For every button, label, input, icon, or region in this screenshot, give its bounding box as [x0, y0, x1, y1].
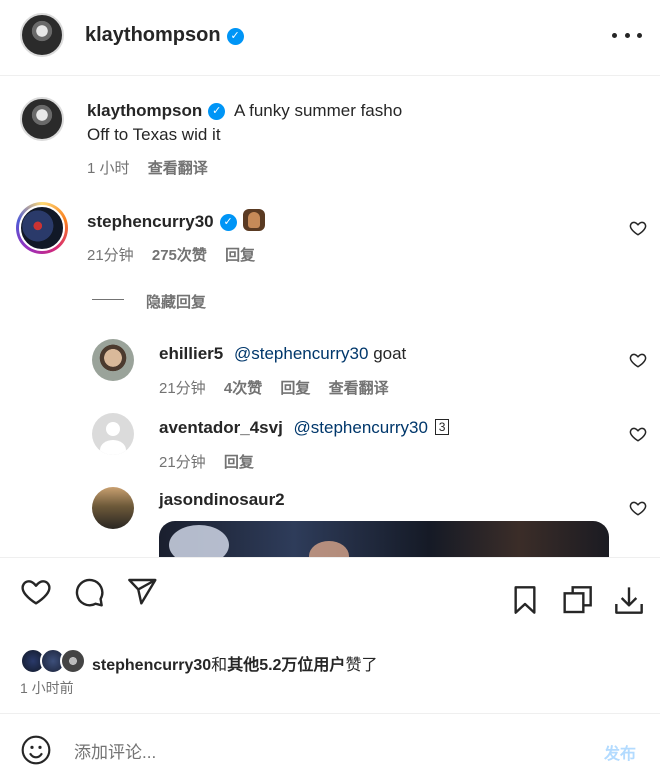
reply-line: aventador_4svj @stephencurry30 3	[159, 418, 450, 438]
reply-mention[interactable]: @stephencurry30	[234, 344, 368, 363]
reply-avatar[interactable]	[92, 339, 134, 381]
send-icon[interactable]	[126, 576, 158, 608]
praying-hands-emoji	[242, 209, 265, 231]
post-button[interactable]: 发布	[604, 740, 636, 764]
comment-avatar[interactable]	[16, 202, 68, 254]
avatar[interactable]	[20, 13, 64, 57]
reply-time: 21分钟	[159, 454, 206, 471]
comment-bar: 添加评论... 发布	[0, 713, 660, 775]
reply-button[interactable]: 回复	[224, 454, 254, 471]
likes-others[interactable]: 其他5.2万位用户	[227, 657, 345, 674]
comment-input[interactable]: 添加评论...	[74, 738, 156, 763]
reply-heart-icon[interactable]	[629, 425, 647, 443]
translate-link[interactable]: 查看翻译	[329, 380, 389, 397]
likes-conj: 和	[211, 657, 228, 674]
caption-username[interactable]: klaythompson	[87, 101, 202, 120]
post-time: 1 小时前	[20, 680, 74, 696]
action-divider	[0, 557, 660, 558]
dot	[637, 32, 642, 38]
reply-avatar[interactable]	[92, 487, 134, 529]
dot	[624, 32, 630, 38]
comment-avatar-image	[19, 205, 65, 251]
likes-suffix: 赞了	[345, 657, 378, 674]
reply-username[interactable]: jasondinosaur2	[159, 490, 285, 509]
reply-button[interactable]: 回复	[280, 380, 310, 397]
liker-avatar[interactable]	[60, 648, 86, 674]
hide-replies-divider	[92, 299, 124, 300]
verified-icon: ✓	[226, 28, 244, 45]
header-username[interactable]: klaythompson ✓	[85, 24, 244, 47]
reply-button[interactable]: 回复	[225, 247, 255, 264]
caption-meta: 1 小时 查看翻译	[87, 157, 208, 178]
more-horizontal-icon[interactable]	[612, 22, 642, 48]
comment-line: stephencurry30 ✓	[87, 209, 265, 232]
comment-meta: 21分钟 275次赞 回复	[87, 244, 255, 265]
comment-username[interactable]: stephencurry30	[87, 212, 214, 231]
reply-line: ehillier5 @stephencurry30 goat	[159, 344, 406, 364]
keycap-3-emoji: 3	[434, 419, 450, 435]
header-username-text[interactable]: klaythompson	[85, 24, 221, 46]
comment-likes[interactable]: 275次赞	[152, 247, 207, 264]
hide-replies-button[interactable]: 隐藏回复	[146, 291, 206, 312]
reply-mention[interactable]: @stephencurry30	[294, 418, 428, 437]
reply-line: jasondinosaur2	[159, 490, 285, 510]
reply-likes[interactable]: 4次赞	[224, 380, 262, 397]
reply-heart-icon[interactable]	[629, 351, 647, 369]
caption-line1: klaythompson ✓ A funky summer fasho	[87, 101, 402, 121]
reply-text: goat	[373, 344, 407, 363]
verified-icon: ✓	[208, 103, 226, 120]
heart-icon[interactable]	[20, 576, 52, 608]
bookmark-icon[interactable]	[509, 584, 541, 616]
comment-time: 21分钟	[87, 247, 134, 264]
comment-heart-icon[interactable]	[629, 219, 647, 237]
default-avatar-body	[100, 440, 126, 455]
reply-image[interactable]	[159, 521, 609, 557]
default-avatar-head	[106, 422, 120, 436]
likes-text: stephencurry30和其他5.2万位用户赞了	[92, 651, 377, 675]
reply-username[interactable]: aventador_4svj	[159, 418, 283, 437]
copy-icon[interactable]	[562, 584, 594, 616]
image-figure	[309, 541, 349, 557]
translate-link[interactable]: 查看翻译	[148, 160, 208, 177]
comment-icon[interactable]	[73, 576, 105, 608]
reply-meta: 21分钟 4次赞 回复 查看翻译	[159, 377, 389, 398]
caption-time: 1 小时	[87, 160, 130, 177]
caption-avatar[interactable]	[20, 97, 64, 141]
emoji-icon[interactable]	[20, 734, 52, 766]
image-figure	[169, 525, 229, 557]
post-header: klaythompson ✓	[0, 0, 660, 76]
reply-heart-icon[interactable]	[629, 499, 647, 517]
dot	[612, 32, 617, 38]
verified-icon: ✓	[219, 214, 237, 231]
reply-avatar-default[interactable]	[92, 413, 134, 455]
reply-username[interactable]: ehillier5	[159, 344, 223, 363]
download-icon[interactable]	[613, 584, 645, 616]
caption-text: A funky summer fasho	[233, 101, 403, 120]
caption-line2: Off to Texas wid it	[87, 125, 221, 144]
reply-time: 21分钟	[159, 380, 206, 397]
reply-meta: 21分钟 回复	[159, 451, 254, 472]
liker-username[interactable]: stephencurry30	[92, 657, 211, 674]
